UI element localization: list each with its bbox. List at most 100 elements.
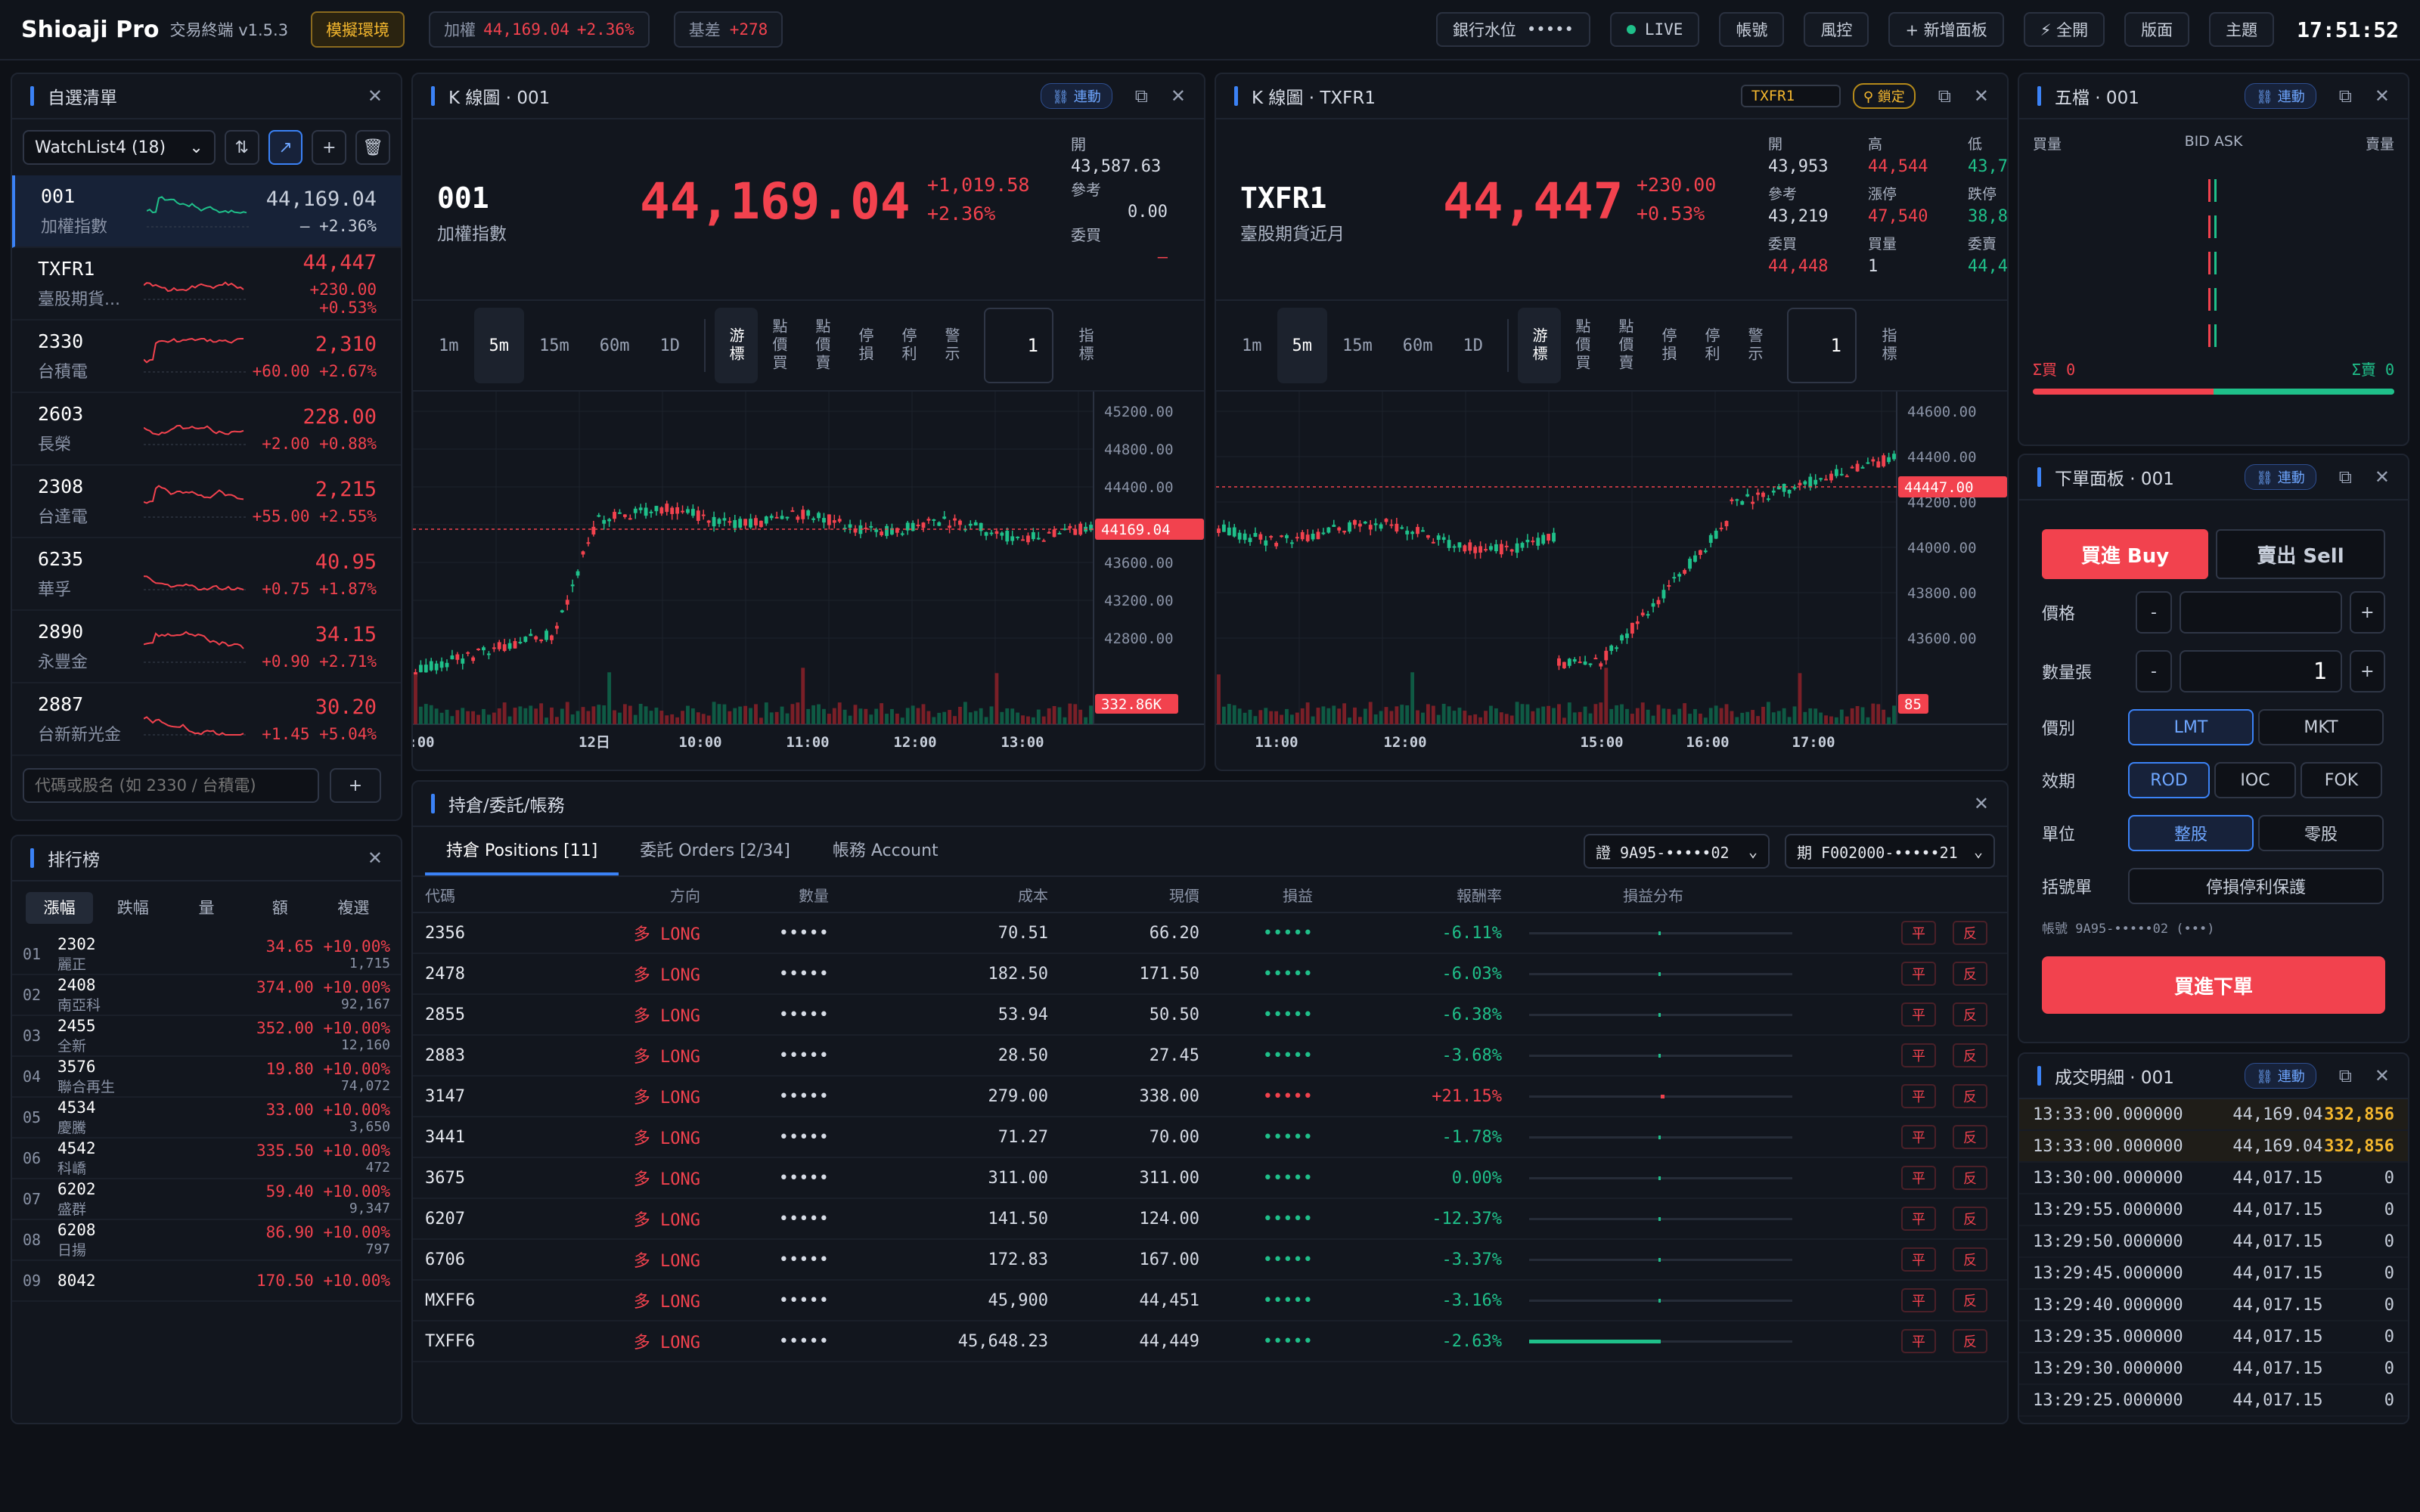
lmt-option[interactable]: LMT: [2128, 709, 2254, 745]
tab-positions[interactable]: 持倉 Positions [11]: [425, 827, 619, 875]
fok-option[interactable]: FOK: [2301, 762, 2382, 798]
position-row[interactable]: 6207 多 LONG ••••• 141.50 124.00 ••••• -12.37% 平…: [413, 1199, 2007, 1240]
link-toggle[interactable]: ⛓ 連動: [1041, 83, 1112, 109]
close-position-button[interactable]: 平: [1901, 1166, 1936, 1190]
indicator-button[interactable]: 指標: [1867, 308, 1910, 383]
chart-tool-5[interactable]: 警示: [930, 308, 973, 383]
position-row[interactable]: 2883 多 LONG ••••• 28.50 27.45 ••••• -3.68% 平反: [413, 1036, 2007, 1077]
popout-icon[interactable]: ⧉: [2339, 1065, 2352, 1086]
ranking-row[interactable]: 08 6208 日揚 86.90 +10.00% 797: [12, 1220, 401, 1261]
ioc-option[interactable]: IOC: [2214, 762, 2296, 798]
bracket-select[interactable]: 停損停利保護: [2128, 868, 2384, 904]
kline-chart-001[interactable]: 45200.0044800.0044400.0044000.0043600.00…: [413, 392, 1205, 754]
close-position-button[interactable]: 平: [1901, 1329, 1936, 1353]
submit-order-button[interactable]: 買進下單: [2042, 956, 2385, 1014]
popout-icon[interactable]: ⧉: [2339, 466, 2352, 488]
sort-icon[interactable]: ⇅: [224, 130, 259, 165]
watchlist-item[interactable]: 2603 長榮 228.00 +2.00 +0.88%: [12, 393, 401, 466]
chart-tool-2[interactable]: 點價賣: [1604, 308, 1647, 383]
price-minus-button[interactable]: -: [2136, 591, 2172, 634]
position-row[interactable]: 2855 多 LONG ••••• 53.94 50.50 ••••• -6.38% 平反: [413, 995, 2007, 1036]
chart-tool-0[interactable]: 游標: [1518, 308, 1561, 383]
watchlist-item[interactable]: 2330 台積電 2,310 +60.00 +2.67%: [12, 321, 401, 393]
position-row[interactable]: 2478 多 LONG ••••• 182.50 171.50 ••••• -6.03% 平反: [413, 954, 2007, 995]
risk-control-button[interactable]: 風控: [1804, 12, 1869, 47]
close-position-button[interactable]: 平: [1901, 1207, 1936, 1231]
reverse-position-button[interactable]: 反: [1953, 1329, 1987, 1353]
ranking-row[interactable]: 06 4542 科嶠 335.50 +10.00% 472: [12, 1139, 401, 1179]
indicator-button[interactable]: 指標: [1064, 308, 1107, 383]
watchlist-add-button[interactable]: +: [330, 768, 381, 803]
kline-chart-txfr1[interactable]: 44600.0044400.0044200.0044000.0043800.00…: [1216, 392, 2009, 754]
qty-box[interactable]: 1: [1787, 308, 1857, 383]
theme-button[interactable]: 主題: [2209, 12, 2275, 47]
close-position-button[interactable]: 平: [1901, 1043, 1936, 1067]
trash-icon[interactable]: 🗑: [355, 130, 390, 165]
chart-tool-1[interactable]: 點價買: [758, 308, 801, 383]
price-input[interactable]: [2179, 591, 2342, 634]
close-position-button[interactable]: 平: [1901, 1084, 1936, 1108]
ranking-row[interactable]: 05 4534 慶騰 33.00 +10.00% 3,650: [12, 1098, 401, 1139]
close-icon[interactable]: ✕: [2375, 85, 2390, 107]
add-panel-button[interactable]: + 新增面板: [1888, 12, 2004, 47]
watchlist-item[interactable]: 2308 台達電 2,215 +55.00 +2.55%: [12, 466, 401, 538]
tab-volume[interactable]: 量: [172, 892, 240, 924]
qty-box[interactable]: 1: [984, 308, 1053, 383]
popout-icon[interactable]: ⧉: [2339, 85, 2352, 107]
live-indicator[interactable]: LIVE: [1609, 12, 1700, 47]
qty-input[interactable]: 1: [2179, 650, 2342, 692]
reverse-position-button[interactable]: 反: [1953, 921, 1987, 945]
reverse-position-button[interactable]: 反: [1953, 962, 1987, 986]
position-row[interactable]: 3147 多 LONG ••••• 279.00 338.00 ••••• +21.15% 平…: [413, 1077, 2007, 1117]
reverse-position-button[interactable]: 反: [1953, 1084, 1987, 1108]
timeframe-1D[interactable]: 1D: [1448, 308, 1499, 383]
popout-icon[interactable]: ⧉: [1938, 85, 1951, 107]
close-position-button[interactable]: 平: [1901, 1125, 1936, 1149]
popout-icon[interactable]: ⧉: [1135, 85, 1148, 107]
qty-minus-button[interactable]: -: [2136, 650, 2172, 692]
buy-side-button[interactable]: 買進 Buy: [2042, 529, 2208, 579]
watchlist-search-input[interactable]: [23, 768, 319, 803]
tab-account[interactable]: 帳務 Account: [811, 827, 960, 875]
close-icon[interactable]: ✕: [1974, 793, 1989, 814]
sell-side-button[interactable]: 賣出 Sell: [2216, 529, 2385, 579]
close-position-button[interactable]: 平: [1901, 1288, 1936, 1312]
position-row[interactable]: 2356 多 LONG ••••• 70.51 66.20 ••••• -6.11% 平反: [413, 913, 2007, 954]
close-icon[interactable]: ✕: [2375, 1065, 2390, 1086]
timeframe-5m[interactable]: 5m: [473, 308, 524, 383]
close-icon[interactable]: ✕: [1974, 85, 1989, 107]
watchlist-item[interactable]: 001 加權指數 44,169.04 — +2.36%: [12, 175, 401, 248]
watchlist-item[interactable]: TXFR1 臺股期貨... 44,447 +230.00 +0.53%: [12, 248, 401, 321]
timeframe-60m[interactable]: 60m: [585, 308, 645, 383]
ranking-row[interactable]: 04 3576 聯合再生 19.80 +10.00% 74,072: [12, 1057, 401, 1098]
watchlist-item[interactable]: 6235 華孚 40.95 +0.75 +1.87%: [12, 538, 401, 611]
reverse-position-button[interactable]: 反: [1953, 1247, 1987, 1272]
futures-account-select[interactable]: 期 F002000-•••••21 ⌄: [1785, 834, 1995, 869]
watchlist-item[interactable]: 2890 永豐金 34.15 +0.90 +2.71%: [12, 611, 401, 683]
link-toggle[interactable]: ⛓ 連動: [2245, 1063, 2316, 1089]
chart-tool-4[interactable]: 停利: [1690, 308, 1733, 383]
position-row[interactable]: MXFF6 多 LONG ••••• 45,900 44,451 ••••• -3.16% 平…: [413, 1281, 2007, 1321]
chart-tool-5[interactable]: 警示: [1733, 308, 1776, 383]
board-lot-option[interactable]: 整股: [2128, 815, 2254, 851]
tab-amount[interactable]: 額: [247, 892, 314, 924]
bank-balance-chip[interactable]: 銀行水位 •••••: [1435, 12, 1590, 47]
account-button[interactable]: 帳號: [1719, 12, 1785, 47]
reverse-position-button[interactable]: 反: [1953, 1207, 1987, 1231]
position-row[interactable]: TXFF6 多 LONG ••••• 45,648.23 44,449 ••••• -2.6…: [413, 1321, 2007, 1362]
timeframe-15m[interactable]: 15m: [1327, 308, 1388, 383]
ranking-row[interactable]: 01 2302 麗正 34.65 +10.00% 1,715: [12, 934, 401, 975]
tab-multi[interactable]: 複選: [320, 892, 387, 924]
add-icon[interactable]: +: [312, 130, 347, 165]
chart-tool-4[interactable]: 停利: [887, 308, 930, 383]
odd-lot-option[interactable]: 零股: [2258, 815, 2384, 851]
chart-tool-0[interactable]: 游標: [715, 308, 758, 383]
stock-account-select[interactable]: 證 9A95-•••••02 ⌄: [1584, 834, 1770, 869]
reverse-position-button[interactable]: 反: [1953, 1043, 1987, 1067]
rod-option[interactable]: ROD: [2128, 762, 2210, 798]
symbol-input[interactable]: TXFR1: [1740, 85, 1841, 107]
close-icon[interactable]: ✕: [368, 85, 383, 107]
close-icon[interactable]: ✕: [1171, 85, 1186, 107]
close-position-button[interactable]: 平: [1901, 1002, 1936, 1027]
chart-tool-3[interactable]: 停損: [1647, 308, 1690, 383]
